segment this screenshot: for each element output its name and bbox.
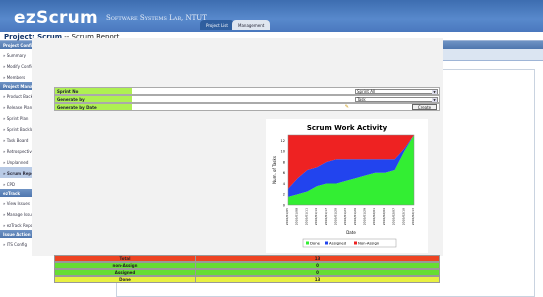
- x-tick-label: 2010/01/26: [353, 208, 357, 225]
- x-tick-label: 2010/01/17: [324, 208, 328, 225]
- y-tick-label: 2: [283, 193, 285, 197]
- sprint-select[interactable]: Sprint All ▼: [355, 89, 438, 94]
- stats-value: 0: [195, 263, 439, 268]
- y-tick-label: 12: [281, 139, 285, 143]
- x-tick-label: 2010/02/07: [392, 208, 396, 225]
- x-tick-label: 2010/01/08: [295, 208, 299, 225]
- x-tick-label: 2010/01/14: [314, 208, 318, 225]
- stats-label: Assigned: [114, 270, 136, 275]
- x-tick-label: 2010/02/10: [401, 208, 405, 225]
- app-logo: ezScrum: [14, 8, 99, 28]
- y-tick-label: 10: [281, 150, 285, 154]
- y-tick-label: 8: [283, 160, 285, 164]
- stats-value: 13: [195, 256, 439, 261]
- legend-swatch: [354, 241, 357, 245]
- stats-row-non-assign: non-Assign 0: [54, 262, 440, 269]
- chevron-down-icon: ▼: [432, 90, 437, 94]
- legend-label: Assigned: [329, 241, 347, 246]
- stats-row-done: Done 13: [54, 276, 440, 283]
- stats-value: 13: [195, 277, 439, 282]
- calendar-icon[interactable]: ✎: [345, 104, 349, 110]
- x-tick-label: 2010/01/23: [343, 208, 347, 225]
- x-tick-label: 2010/01/05: [285, 208, 289, 225]
- y-tick-label: 0: [283, 204, 285, 208]
- chevron-down-icon: ▼: [432, 98, 437, 102]
- create-button[interactable]: Create: [412, 104, 437, 110]
- x-tick-label: 2010/01/20: [333, 208, 337, 225]
- legend-label: Done: [310, 241, 321, 246]
- sprint-label: Sprint No: [55, 88, 132, 94]
- sprint-row: Sprint No Sprint All ▼: [54, 87, 440, 95]
- tab-project-list[interactable]: Project List: [200, 20, 234, 30]
- chart-title: Scrum Work Activity: [307, 124, 388, 132]
- x-tick-label: 2010/02/04: [382, 208, 386, 225]
- x-tick-label: 2010/02/13: [411, 208, 415, 225]
- y-axis-label: Num. of Tasks: [272, 156, 277, 184]
- scrum-activity-chart: Scrum Work Activity 0 2 4 6 8 10 12 Num. of Task…: [272, 124, 415, 248]
- x-tick-label: 2010/02/01: [372, 208, 376, 225]
- date-row: Generate by Date ✎ Create: [54, 103, 440, 111]
- stats-label: Total: [119, 256, 131, 261]
- stats-row-assigned: Assigned 0: [54, 269, 440, 276]
- generate-by-label: Generate by: [55, 96, 132, 102]
- stats-row-total: Total 13: [54, 255, 440, 262]
- app-header: ezScrum Software Systems Lab, NTUT Proje…: [0, 0, 543, 32]
- x-tick-label: 2010/01/29: [363, 208, 367, 225]
- y-tick-label: 6: [283, 171, 285, 175]
- x-tick-label: 2010/01/11: [304, 208, 308, 225]
- legend-swatch: [306, 241, 309, 245]
- generate-by-select[interactable]: Task ▼: [355, 97, 438, 102]
- date-label: Generate by Date: [55, 104, 132, 110]
- y-tick-label: 4: [283, 182, 286, 186]
- legend-label: Non-Assign: [358, 241, 380, 246]
- stats-value: 0: [195, 270, 439, 275]
- stats-label: non-Assign: [112, 263, 138, 268]
- tab-management[interactable]: Management: [232, 20, 271, 30]
- project-label: Project:: [4, 33, 35, 41]
- generate-by-row: Generate by Task ▼: [54, 95, 440, 103]
- stats-label: Done: [119, 277, 131, 282]
- lab-name: Software Systems Lab, NTUT: [106, 14, 207, 22]
- chart-container: Scrum Work Activity 0 2 4 6 8 10 12 Num. of Task…: [266, 119, 428, 253]
- x-axis-label: Date: [346, 230, 356, 235]
- legend-swatch: [325, 241, 328, 245]
